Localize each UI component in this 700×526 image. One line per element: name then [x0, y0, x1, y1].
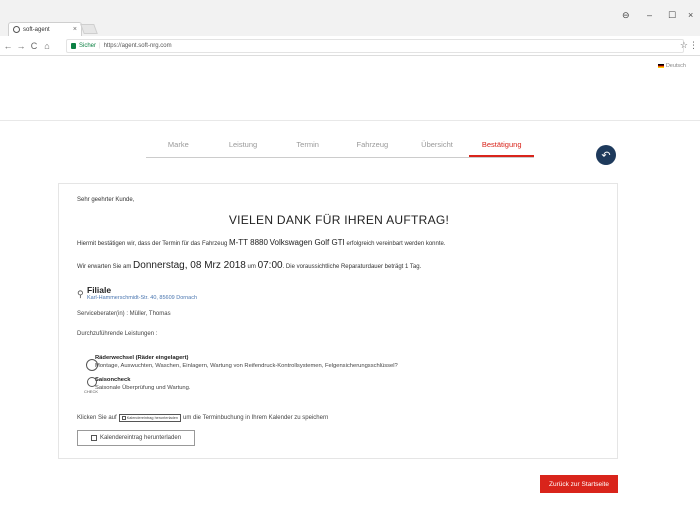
appointment-text: Wir erwarten Sie am Donnerstag, 08 Mrz 2… [77, 260, 421, 271]
secure-label: Sicher [79, 43, 97, 49]
close-window-button[interactable]: × [688, 10, 693, 20]
step-vehicle[interactable]: Fahrzeug [340, 134, 405, 157]
service-1-title: Räderwechsel (Räder eingelagert) [95, 355, 189, 361]
tab-close-icon[interactable]: × [73, 26, 77, 33]
location-pin-icon: ⚲ [77, 289, 84, 299]
browser-menu-icon[interactable]: ⋮ [689, 40, 698, 51]
confirm-pre: Hiermit bestätigen wir, dass der Termin … [77, 241, 228, 247]
url-text[interactable]: https://agent.soft-nrg.com [104, 43, 172, 49]
lock-icon [71, 43, 76, 49]
branch-title: Filiale [87, 285, 112, 295]
language-switcher[interactable]: Deutsch [657, 63, 686, 69]
calendar-instruction: Klicken Sie auf Kalendereintrag herunter… [77, 414, 328, 422]
header-divider [0, 120, 700, 121]
maximize-button[interactable]: ☐ [668, 10, 676, 21]
calendar-pre: Klicken Sie auf [77, 415, 117, 421]
step-appointment[interactable]: Termin [275, 134, 340, 157]
license-plate: M-TT 8880 [228, 238, 268, 247]
step-overview[interactable]: Übersicht [405, 134, 470, 157]
new-tab-button[interactable] [80, 24, 98, 34]
download-calendar-label: Kalendereintrag herunterladen [99, 435, 182, 441]
profile-icon[interactable]: ⊖ [622, 10, 630, 21]
back-button[interactable]: ↶ [596, 145, 616, 165]
expect-pre: Wir erwarten Sie am [77, 264, 132, 270]
forward-nav-icon[interactable]: → [16, 41, 26, 51]
back-nav-icon[interactable]: ← [3, 41, 13, 51]
calendar-post: um die Terminbuchung in Ihrem Kalender z… [183, 415, 329, 421]
confirmation-text: Hiermit bestätigen wir, dass der Termin … [77, 238, 446, 247]
calendar-icon [121, 416, 126, 420]
german-flag-icon [657, 64, 664, 68]
home-nav-icon[interactable]: ⌂ [42, 41, 52, 51]
undo-arrow-icon: ↶ [601, 149, 611, 162]
progress-steps: Marke Leistung Termin Fahrzeug Übersicht… [146, 134, 535, 158]
step-service[interactable]: Leistung [211, 134, 276, 157]
services-label: Durchzuführende Leistungen : [77, 331, 158, 337]
calendar-icon [90, 435, 97, 441]
browser-tab-bar: soft-agent × ⊖ – ☐ × [0, 0, 700, 36]
expect-post: . Die voraussichtliche Reparaturdauer be… [282, 264, 422, 270]
address-bar[interactable]: Sicher | https://agent.soft-nrg.com [66, 39, 684, 53]
bookmark-star-icon[interactable]: ☆ [680, 40, 688, 51]
back-to-home-button[interactable]: Zurück zur Startseite [540, 475, 618, 493]
confirm-post: erfolgreich vereinbart werden konnte. [346, 241, 446, 247]
service-2-description: Saisonale Überprüfung und Wartung. [95, 385, 191, 391]
expect-mid: um [247, 264, 256, 270]
address-row: ← → C ⌂ Sicher | https://agent.soft-nrg.… [0, 36, 700, 56]
minimize-button[interactable]: – [647, 10, 652, 20]
inline-calendar-button[interactable]: Kalendereintrag herunterladen [118, 414, 181, 422]
download-calendar-button[interactable]: Kalendereintrag herunterladen [77, 430, 195, 446]
appointment-time: 07:00 [257, 260, 283, 271]
browser-tab[interactable]: soft-agent × [8, 22, 82, 36]
branch-address-link[interactable]: Karl-Hammerschmidt-Str. 40, 85609 Dornac… [87, 295, 197, 301]
confirmation-card: Sehr geehrter Kunde, VIELEN DANK FÜR IHR… [58, 183, 618, 459]
step-brand[interactable]: Marke [146, 134, 211, 157]
language-label: Deutsch [665, 63, 686, 69]
tab-title: soft-agent [23, 26, 50, 33]
car-model: Volkswagen Golf GTI [269, 238, 345, 247]
url-separator: | [99, 43, 101, 49]
service-advisor: Serviceberater(in) : Müller, Thomas [77, 311, 171, 317]
greeting: Sehr geehrter Kunde, [77, 197, 135, 203]
thank-you-headline: VIELEN DANK FÜR IHREN AUFTRAG! [228, 213, 450, 227]
inline-calendar-label: Kalendereintrag herunterladen [126, 416, 178, 420]
reload-icon[interactable]: C [29, 41, 39, 51]
service-1-description: Montage, Auswuchten, Waschen, Einlagern,… [95, 363, 398, 369]
favicon-icon [13, 26, 20, 33]
service-2-title: Saisoncheck [95, 377, 131, 383]
appointment-date: Donnerstag, 08 Mrz 2018 [133, 260, 246, 271]
step-confirmation[interactable]: Bestätigung [469, 134, 535, 157]
